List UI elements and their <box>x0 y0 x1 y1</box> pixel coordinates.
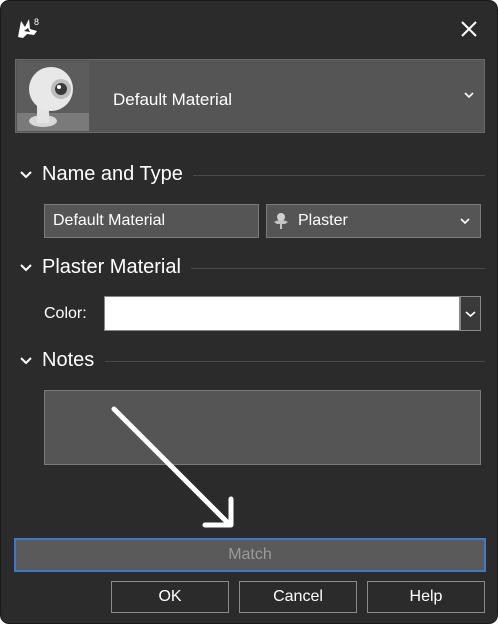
section-title: Notes <box>42 349 95 371</box>
plaster-bust-icon <box>274 213 288 229</box>
section-divider <box>193 175 485 176</box>
color-dropdown-button[interactable] <box>460 296 481 331</box>
chevron-down-icon <box>465 311 476 318</box>
notes-textarea[interactable] <box>44 390 481 465</box>
material-name-value: Default Material <box>53 212 166 229</box>
chevron-down-icon <box>20 171 32 179</box>
material-type-value: Plaster <box>298 212 348 229</box>
chevron-down-icon <box>20 264 32 272</box>
preview-material-name: Default Material <box>113 90 233 109</box>
section-header-name-and-type[interactable]: Name and Type <box>17 160 485 190</box>
section-title: Name and Type <box>42 163 183 185</box>
color-label: Color: <box>44 305 87 322</box>
chevron-down-icon[interactable] <box>462 88 476 102</box>
chevron-down-icon <box>20 357 32 365</box>
help-button[interactable]: Help <box>367 581 485 613</box>
cancel-button[interactable]: Cancel <box>239 581 357 613</box>
section-header-plaster-material[interactable]: Plaster Material <box>17 253 485 283</box>
material-editor-window: 8 Default Material Name and Type Default… <box>0 0 498 624</box>
close-icon[interactable] <box>455 15 483 43</box>
rhino-8-icon: 8 <box>15 15 41 41</box>
material-type-dropdown[interactable]: Plaster <box>266 204 481 238</box>
section-divider <box>105 361 485 362</box>
match-button[interactable]: Match <box>14 538 486 572</box>
material-name-field[interactable]: Default Material <box>44 204 259 238</box>
section-title: Plaster Material <box>42 256 181 278</box>
section-header-notes[interactable]: Notes <box>17 346 485 376</box>
color-swatch[interactable] <box>104 296 460 331</box>
chevron-down-icon <box>460 218 470 225</box>
material-preview-selector[interactable]: Default Material <box>15 59 485 133</box>
ok-button[interactable]: OK <box>111 581 229 613</box>
app-icon-badge: 8 <box>34 17 39 27</box>
section-divider <box>191 268 485 269</box>
material-preview-sphere-image <box>17 61 89 131</box>
